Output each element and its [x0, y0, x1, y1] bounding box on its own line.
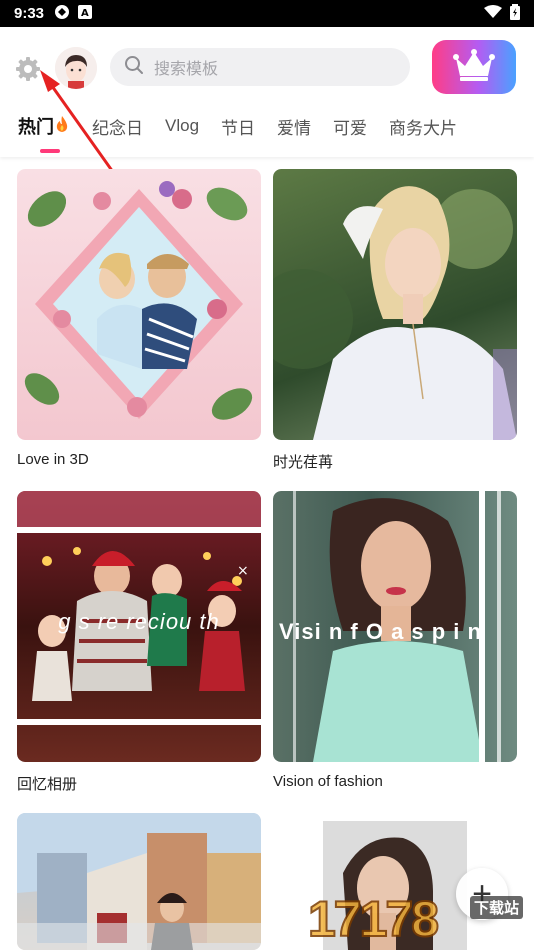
template-card[interactable] [17, 169, 261, 440]
template-title: 回忆相册 [17, 776, 78, 793]
template-thumbnail: × g s re reciou th [17, 491, 261, 762]
annotation-arrow [40, 70, 132, 197]
template-thumbnail: Visi n f O a s p i n [273, 491, 517, 762]
template-card[interactable] [273, 169, 517, 440]
template-overlay-text: Visi n f O a s p i n [279, 619, 482, 644]
template-card[interactable] [17, 813, 261, 950]
template-thumbnail [17, 169, 261, 440]
template-card[interactable]: × g s re reciou th [17, 491, 261, 762]
template-title: 时光荏苒 [273, 454, 334, 471]
template-title: Vision of fashion [273, 773, 383, 790]
template-card[interactable]: Visi n f O a s p i n [273, 491, 517, 762]
template-thumbnail [17, 813, 261, 950]
template-overlay-text: g s re reciou th [58, 609, 220, 634]
template-thumbnail [273, 169, 517, 440]
template-title: Love in 3D [17, 451, 89, 468]
watermark-badge: 下载站 [470, 896, 524, 919]
svg-text:×: × [237, 563, 249, 579]
watermark-logo: 17178 [307, 890, 440, 948]
